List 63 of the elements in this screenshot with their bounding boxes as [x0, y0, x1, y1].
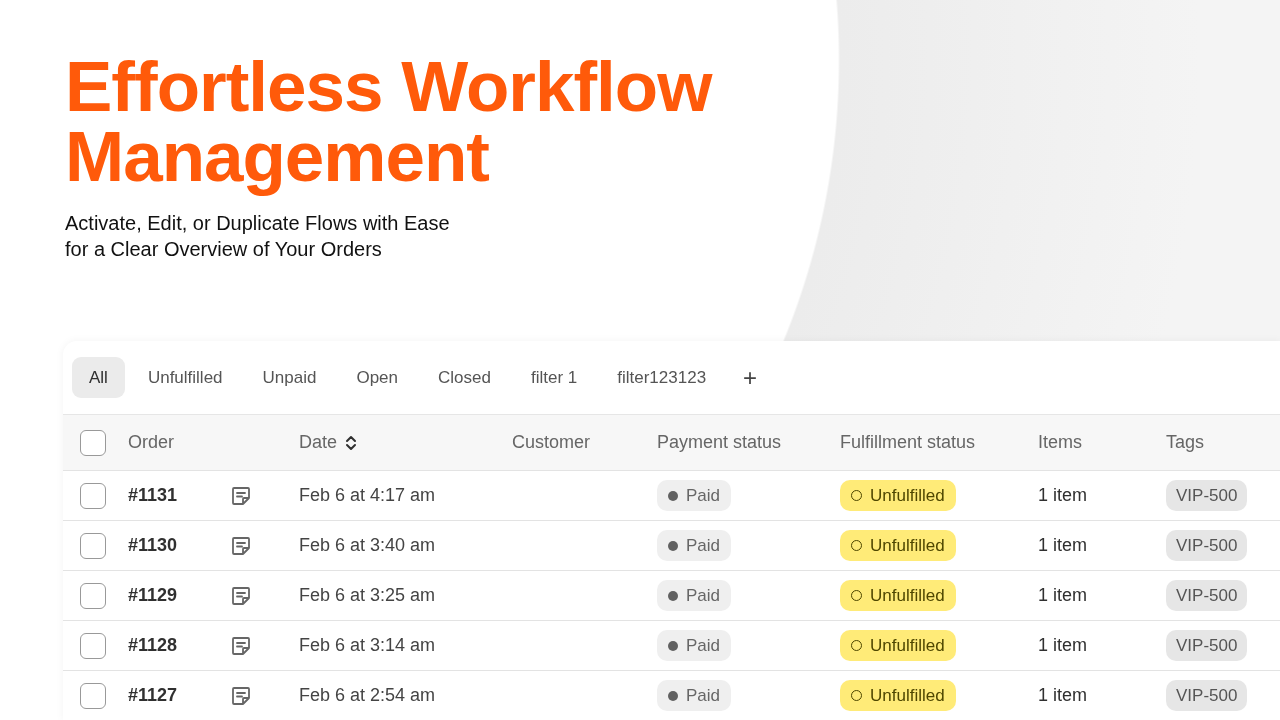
payment-status-badge: Paid: [657, 479, 732, 512]
order-date: Feb 6 at 3:14 am: [299, 635, 436, 655]
order-row[interactable]: #1129 Feb 6 at 3:25 am Paid Unfulfilled 1 item VIP-500: [63, 571, 1280, 621]
item-count: 1 item: [1038, 535, 1088, 555]
order-number[interactable]: #1127: [128, 685, 178, 705]
fulfillment-status-badge: Unfulfilled: [840, 479, 956, 512]
filter-tab[interactable]: Closed: [421, 356, 508, 399]
column-header: Order: [128, 432, 174, 452]
order-row[interactable]: #1127 Feb 6 at 2:54 am Paid Unfulfilled 1 item VIP-500: [63, 671, 1280, 720]
order-date: Feb 6 at 2:54 am: [299, 685, 436, 705]
order-date: Feb 6 at 3:40 am: [299, 535, 436, 555]
fulfillment-status-badge: Unfulfilled: [840, 629, 956, 662]
row-checkbox[interactable]: [80, 632, 106, 659]
item-count: 1 item: [1038, 485, 1088, 505]
order-number[interactable]: #1129: [128, 585, 178, 605]
order-tag: VIP-500: [1166, 479, 1248, 512]
item-count: 1 item: [1038, 585, 1088, 605]
order-row[interactable]: #1128 Feb 6 at 3:14 am Paid Unfulfilled 1 item VIP-500: [63, 621, 1280, 671]
status-dot-icon: [668, 640, 678, 651]
order-number[interactable]: #1130: [128, 535, 178, 555]
item-count: 1 item: [1038, 685, 1088, 705]
status-dot-icon: [668, 690, 678, 701]
row-checkbox[interactable]: [80, 532, 106, 559]
subheadline: Activate, Edit, or Duplicate Flows with Ease for a Clear Overview of Your Orders: [65, 211, 451, 262]
filter-tab[interactable]: filter 1: [513, 356, 595, 399]
payment-status-badge: Paid: [657, 629, 732, 662]
order-number[interactable]: #1128: [128, 635, 178, 655]
order-row[interactable]: #1130 Feb 6 at 3:40 am Paid Unfulfilled 1 item VIP-500: [63, 521, 1280, 571]
filter-tab[interactable]: Unfulfilled: [130, 356, 240, 399]
sort-icon[interactable]: [345, 433, 358, 452]
fulfillment-status-badge: Unfulfilled: [840, 679, 956, 712]
filter-tab[interactable]: Open: [339, 356, 416, 399]
add-tab-button[interactable]: +: [729, 365, 772, 390]
row-checkbox[interactable]: [80, 582, 106, 609]
filter-tab[interactable]: Unpaid: [245, 356, 334, 399]
column-header: Fulfillment status: [840, 432, 976, 452]
order-tag: VIP-500: [1166, 579, 1248, 612]
order-tag: VIP-500: [1166, 679, 1248, 712]
order-date: Feb 6 at 4:17 am: [299, 485, 436, 505]
status-dot-icon: [668, 540, 678, 551]
item-count: 1 item: [1038, 635, 1088, 655]
select-all-checkbox[interactable]: [80, 429, 106, 456]
column-header: Items: [1038, 432, 1082, 452]
filter-tab[interactable]: filter123123: [600, 356, 724, 399]
order-tag: VIP-500: [1166, 529, 1248, 562]
filter-tab[interactable]: All: [72, 356, 125, 399]
order-number[interactable]: #1131: [128, 485, 178, 505]
order-date: Feb 6 at 3:25 am: [299, 585, 436, 605]
status-dot-icon: [668, 490, 678, 501]
order-row[interactable]: #1131 Feb 6 at 4:17 am Paid Unfulfilled 1 item VIP-500: [63, 471, 1280, 521]
order-tag: VIP-500: [1166, 629, 1248, 662]
column-header: Tags: [1166, 432, 1205, 452]
payment-status-badge: Paid: [657, 529, 732, 562]
column-header[interactable]: Date: [299, 429, 338, 456]
fulfillment-status-badge: Unfulfilled: [840, 529, 956, 562]
status-dot-icon: [668, 590, 678, 601]
payment-status-badge: Paid: [657, 679, 732, 712]
payment-status-badge: Paid: [657, 579, 732, 612]
column-header: Customer: [512, 432, 591, 452]
column-header: Payment status: [657, 432, 782, 452]
fulfillment-status-badge: Unfulfilled: [840, 579, 956, 612]
row-checkbox[interactable]: [80, 482, 106, 509]
row-checkbox[interactable]: [80, 682, 106, 709]
